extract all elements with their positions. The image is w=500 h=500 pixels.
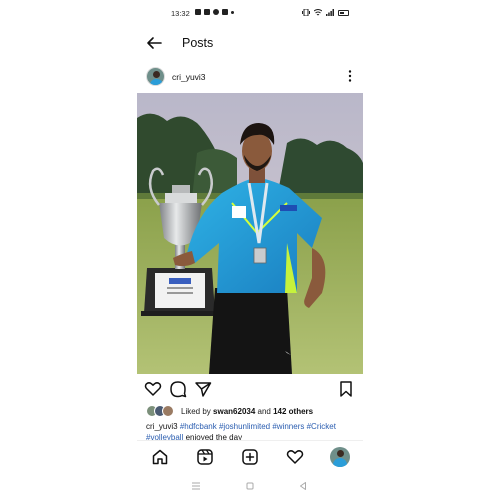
vibrate-icon bbox=[302, 9, 310, 16]
plus-square-icon[interactable] bbox=[241, 448, 259, 466]
hashtag[interactable]: #hdfcbank bbox=[180, 422, 217, 431]
app-status-icon bbox=[204, 9, 210, 15]
likes-middle: and bbox=[255, 407, 274, 416]
caption-username[interactable]: cri_yuvi3 bbox=[146, 422, 178, 431]
notification-icons bbox=[195, 9, 234, 15]
hashtag[interactable]: #Cricket bbox=[307, 422, 336, 431]
signal-icon bbox=[326, 9, 334, 16]
status-time: 13:32 bbox=[171, 9, 190, 18]
post-image[interactable] bbox=[137, 93, 363, 374]
menu-icon[interactable] bbox=[190, 480, 202, 492]
post-username[interactable]: cri_yuvi3 bbox=[172, 72, 206, 82]
hashtag[interactable]: #winners bbox=[272, 422, 304, 431]
hashtag[interactable]: #joshunlimited bbox=[219, 422, 270, 431]
wifi-icon bbox=[314, 9, 322, 16]
whatsapp-status-icon bbox=[213, 9, 219, 15]
send-icon[interactable] bbox=[194, 380, 212, 398]
comment-icon[interactable] bbox=[169, 380, 187, 398]
likes-row[interactable]: Liked by swan62034 and 142 others bbox=[137, 404, 363, 418]
home-icon[interactable] bbox=[151, 448, 169, 466]
reels-icon[interactable] bbox=[196, 448, 214, 466]
bottom-navigation bbox=[137, 440, 363, 472]
page-header: Posts bbox=[137, 28, 363, 58]
likes-prefix: Liked by bbox=[181, 407, 214, 416]
liker-avatars bbox=[146, 405, 176, 417]
settings-status-icon bbox=[195, 9, 201, 15]
phone-screen: 13:32 Posts cri_yuvi3 Liked by swan62034… bbox=[137, 0, 363, 500]
post-header: cri_yuvi3 bbox=[137, 64, 363, 90]
status-bar: 13:32 bbox=[137, 6, 363, 22]
gallery-status-icon bbox=[222, 9, 228, 15]
post-actions bbox=[137, 378, 363, 400]
likes-summary: Liked by swan62034 and 142 others bbox=[181, 407, 313, 416]
avatar bbox=[162, 405, 174, 417]
system-navigation bbox=[137, 476, 363, 496]
home-square-icon[interactable] bbox=[244, 480, 256, 492]
arrow-left-icon[interactable] bbox=[145, 34, 163, 52]
page-title: Posts bbox=[182, 36, 214, 50]
heart-icon[interactable] bbox=[286, 448, 304, 466]
liked-by-user[interactable]: swan62034 bbox=[213, 407, 255, 416]
likes-others[interactable]: 142 others bbox=[273, 407, 313, 416]
system-status-icons bbox=[302, 9, 349, 16]
bookmark-icon[interactable] bbox=[337, 380, 355, 398]
more-notifications-dot bbox=[231, 10, 234, 14]
back-triangle-icon[interactable] bbox=[297, 480, 309, 492]
battery-icon bbox=[338, 9, 349, 16]
heart-icon[interactable] bbox=[144, 380, 162, 398]
more-vertical-icon[interactable] bbox=[346, 69, 354, 83]
profile-avatar[interactable] bbox=[330, 447, 350, 467]
avatar[interactable] bbox=[146, 67, 165, 86]
